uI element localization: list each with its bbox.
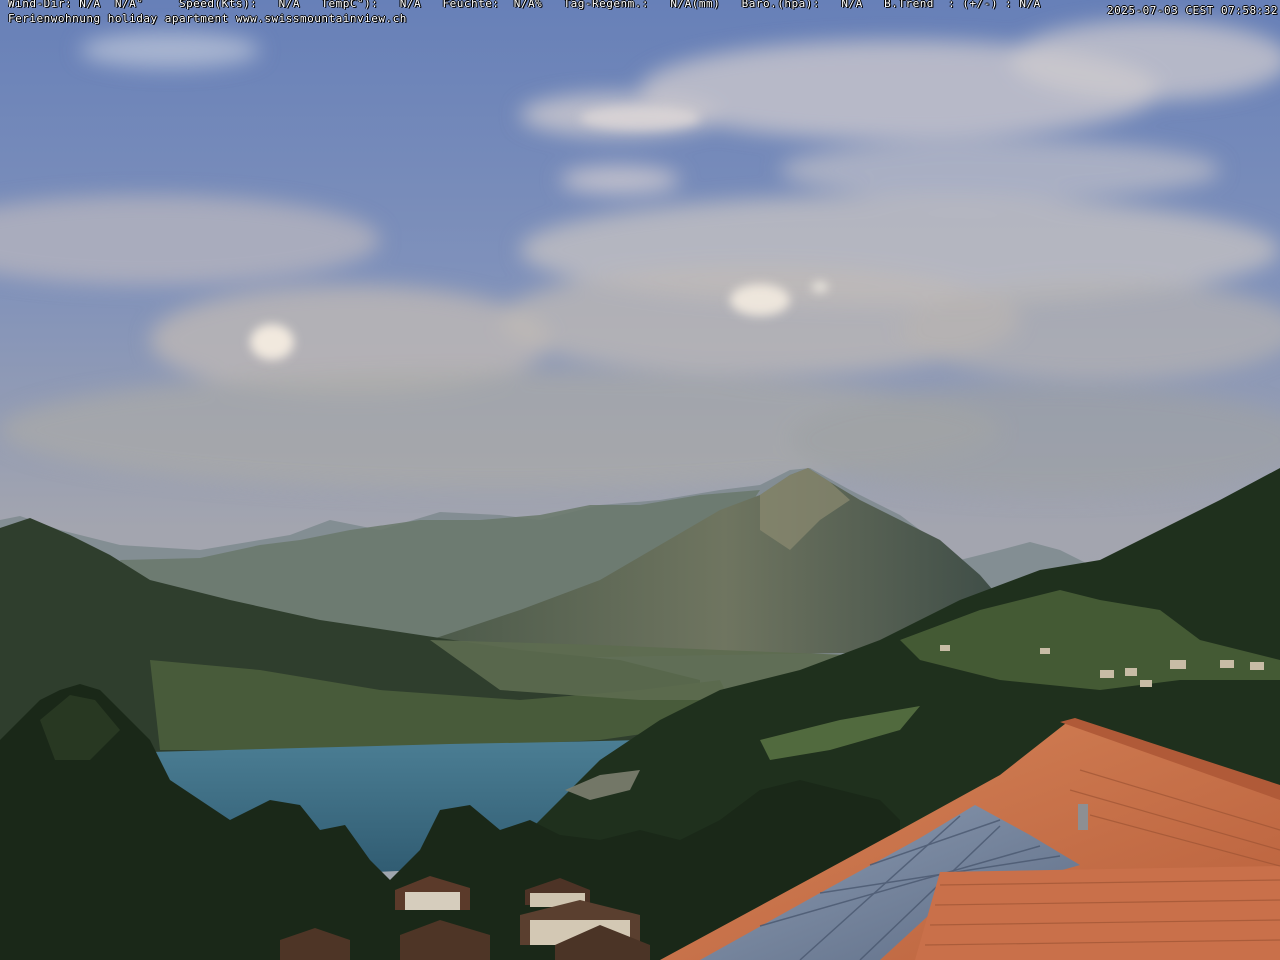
timestamp: 2025-07-03 CEST 07:58:32 <box>1107 4 1278 17</box>
site-caption: Ferienwohnung holiday apartment www.swis… <box>8 12 407 25</box>
roof-lower <box>915 866 1280 960</box>
chimney-vent <box>1078 804 1088 830</box>
webcam-scene: Wind-Dir: N/A N/A° Speed(Kts): N/A TempC… <box>0 0 1280 960</box>
weather-readout: Wind-Dir: N/A N/A° Speed(Kts): N/A TempC… <box>8 0 1041 10</box>
landscape-image <box>0 0 1280 960</box>
